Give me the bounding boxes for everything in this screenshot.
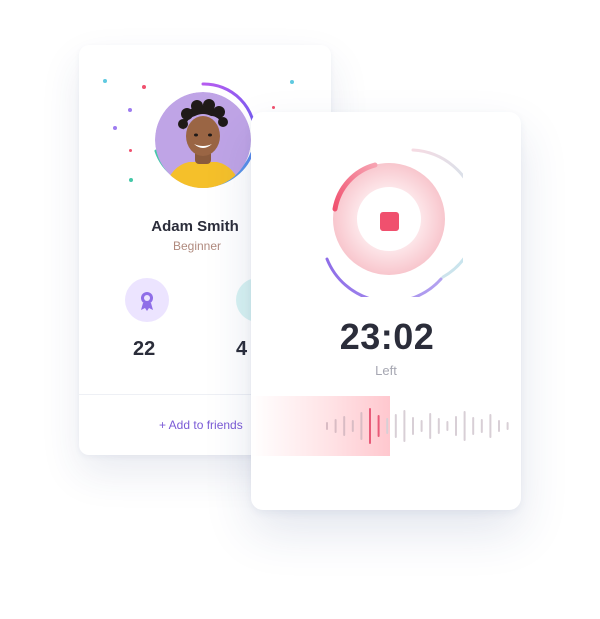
stat-value-second: 4 <box>236 338 248 360</box>
waveform[interactable] <box>251 396 521 456</box>
avatar-image <box>155 92 251 188</box>
confetti-dot <box>128 108 132 112</box>
confetti-dot <box>103 79 107 83</box>
award-icon <box>125 278 169 322</box>
add-to-friends-button[interactable]: + Add to friends <box>159 418 243 432</box>
confetti-dot <box>129 178 133 182</box>
confetti-dot <box>290 80 294 84</box>
stat-value-awards: 22 <box>133 338 156 360</box>
player-card: 23:02 Left <box>251 112 521 510</box>
stage: Adam Smith Beginner 22 4 + Add to friend… <box>0 0 600 619</box>
timer-caption: Left <box>375 363 397 378</box>
timer-value: 23:02 <box>339 316 435 357</box>
confetti-dot <box>272 106 275 109</box>
confetti-dot <box>129 149 132 152</box>
confetti-dot <box>113 126 117 130</box>
avatar <box>155 92 251 188</box>
confetti-dot <box>142 85 146 89</box>
stop-icon[interactable] <box>380 212 399 231</box>
